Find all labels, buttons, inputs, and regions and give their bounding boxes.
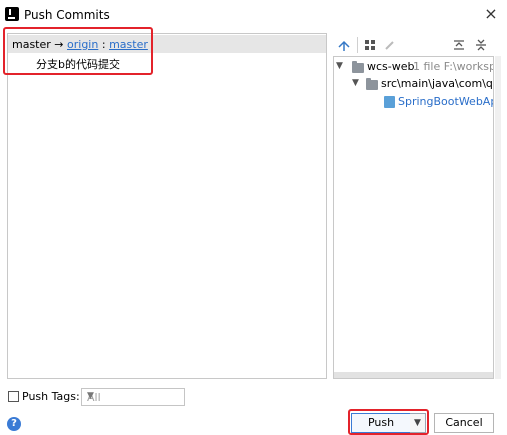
chevron-down-icon: ▼ [87,391,94,401]
folder-icon [366,78,378,90]
folder-icon [352,61,364,73]
changes-toolbar [333,33,494,57]
edit-icon[interactable] [383,38,397,52]
window-title: Push Commits [24,8,110,22]
cancel-button[interactable]: Cancel [434,413,494,433]
highlight-box-push [348,409,429,435]
vertical-scrollbar[interactable] [495,56,501,379]
tags-dropdown[interactable]: All ▼ [81,388,185,406]
changed-files-tree: ▼ wcs-web 1 file F:\workspac ▼ src\main\… [333,56,494,379]
chevron-down-icon[interactable]: ▼ [336,61,343,71]
expand-all-icon[interactable] [452,38,466,52]
push-tags-label[interactable]: Push Tags: [22,390,80,403]
java-file-icon [384,96,395,108]
tree-folder-label: src\main\java\com\qclo [381,77,493,90]
tree-root-label: wcs-web [367,60,415,73]
tree-root-info: 1 file F:\workspac [413,60,493,73]
horizontal-scrollbar[interactable] [334,372,493,378]
intellij-logo-icon [5,7,19,21]
push-tags-checkbox[interactable] [8,391,19,402]
close-icon[interactable]: × [481,4,501,24]
help-icon[interactable]: ? [7,417,21,431]
tree-file-label: SpringBootWebApp [398,95,494,108]
collapse-arrows-icon[interactable] [337,38,351,52]
group-by-icon[interactable] [363,38,377,52]
highlight-box-commit [3,27,153,75]
commits-panel [7,33,327,379]
collapse-all-icon[interactable] [474,38,488,52]
chevron-down-icon[interactable]: ▼ [352,78,359,88]
